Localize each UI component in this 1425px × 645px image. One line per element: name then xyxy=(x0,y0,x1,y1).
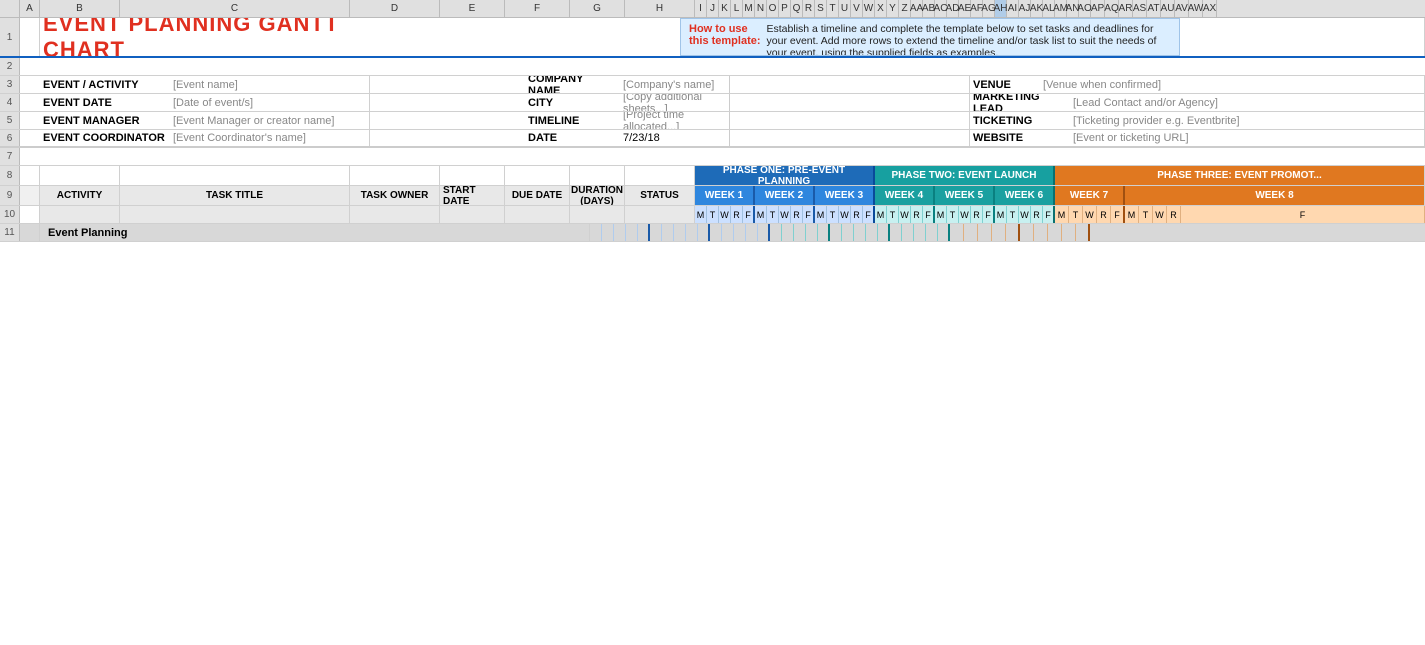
phase-three-header: PHASE THREE: EVENT PROMOT... xyxy=(1055,166,1425,185)
marketing-lead-value: [Lead Contact and/or Agency] xyxy=(1070,94,1425,111)
cell-spacer xyxy=(350,18,680,56)
row-5: 5 EVENT MANAGER [Event Manager or creato… xyxy=(0,112,1425,130)
corner-cell xyxy=(0,0,20,17)
title-cell: EVENT PLANNING GANTT CHART xyxy=(40,18,350,56)
date-value: 7/23/18 xyxy=(620,130,730,146)
header-owner: TASK OWNER xyxy=(350,186,440,205)
marketing-lead-label: MARKETING LEAD xyxy=(970,94,1070,111)
week-2-header: WEEK 2 xyxy=(755,186,815,205)
week-7-header: WEEK 7 xyxy=(1055,186,1125,205)
cell-a1 xyxy=(20,18,40,56)
event-activity-label: EVENT / ACTIVITY xyxy=(40,76,170,93)
spreadsheet: A B C D E F G H I J K L M N O P Q R S T … xyxy=(0,0,1425,242)
event-date-value: [Date of event/s] xyxy=(170,94,370,111)
col-c: C xyxy=(120,0,350,17)
event-name-value: [Event name] xyxy=(170,76,370,93)
event-coordinator-label: EVENT COORDINATOR xyxy=(40,130,170,146)
week-3-header: WEEK 3 xyxy=(815,186,875,205)
timeline-value: [Project time allocated...] xyxy=(620,112,730,129)
col-e: E xyxy=(440,0,505,17)
row-8: 8 PHASE ONE: PRE-EVENT PLANNING PHASE TW… xyxy=(0,166,1425,186)
how-to-use-box: How to usethis template: Establish a tim… xyxy=(680,18,1180,56)
header-activity: ACTIVITY xyxy=(40,186,120,205)
how-to-text: Establish a timeline and complete the te… xyxy=(767,23,1171,56)
phase-one-header: PHASE ONE: PRE-EVENT PLANNING xyxy=(695,166,875,185)
column-headers: A B C D E F G H I J K L M N O P Q R S T … xyxy=(0,0,1425,18)
row-9-headers: 9 ACTIVITY TASK TITLE TASK OWNER START D… xyxy=(0,186,1425,206)
header-start: START DATE xyxy=(440,186,505,205)
venue-value: [Venue when confirmed] xyxy=(1040,76,1425,93)
week-1-header: WEEK 1 xyxy=(695,186,755,205)
col-a: A xyxy=(20,0,40,17)
row-6: 6 EVENT COORDINATOR [Event Coordinator's… xyxy=(0,130,1425,148)
company-name-label: COMPANY NAME xyxy=(525,76,620,93)
header-status: STATUS xyxy=(625,186,695,205)
date-label: DATE xyxy=(525,130,620,146)
row-3: 3 EVENT / ACTIVITY [Event name] COMPANY … xyxy=(0,76,1425,94)
event-manager-label: EVENT MANAGER xyxy=(40,112,170,129)
header-task: TASK TITLE xyxy=(120,186,350,205)
city-value: [Copy additional sheets...] xyxy=(620,94,730,111)
col-f: F xyxy=(505,0,570,17)
week-8-header: WEEK 8 xyxy=(1125,186,1425,205)
header-duration: DURATION (DAYS) xyxy=(570,186,625,205)
week-5-header: WEEK 5 xyxy=(935,186,995,205)
timeline-label: TIMELINE xyxy=(525,112,620,129)
col-d: D xyxy=(350,0,440,17)
row-2: 2 xyxy=(0,58,1425,76)
row-4: 4 EVENT DATE [Date of event/s] CITY [Cop… xyxy=(0,94,1425,112)
chart-title: EVENT PLANNING GANTT CHART xyxy=(43,18,347,56)
ticketing-value: [Ticketing provider e.g. Eventbrite] xyxy=(1070,112,1425,129)
website-value: [Event or ticketing URL] xyxy=(1070,130,1425,146)
row-1: 1 EVENT PLANNING GANTT CHART How to uset… xyxy=(0,18,1425,58)
header-due: DUE DATE xyxy=(505,186,570,205)
company-name-value: [Company's name] xyxy=(620,76,730,93)
week-4-header: WEEK 4 xyxy=(875,186,935,205)
section-label: Event Planning xyxy=(40,224,590,241)
city-label: CITY xyxy=(525,94,620,111)
gantt-data-rows: 11Event Planning xyxy=(0,224,1425,242)
phase-two-header: PHASE TWO: EVENT LAUNCH xyxy=(875,166,1055,185)
col-b: B xyxy=(40,0,120,17)
col-g: G xyxy=(570,0,625,17)
event-manager-value: [Event Manager or creator name] xyxy=(170,112,370,129)
table-row: 11Event Planning xyxy=(0,224,1425,242)
week-6-header: WEEK 6 xyxy=(995,186,1055,205)
row-7: 7 xyxy=(0,148,1425,166)
event-coordinator-value: [Event Coordinator's name] xyxy=(170,130,370,146)
col-h: H xyxy=(625,0,695,17)
how-to-label: How to usethis template: xyxy=(689,23,761,47)
website-label: WEBSITE xyxy=(970,130,1070,146)
venue-label: VENUE xyxy=(970,76,1040,93)
event-date-label: EVENT DATE xyxy=(40,94,170,111)
col-i: I xyxy=(695,0,707,17)
row-10-days: 10 M T W R F M T W R F M T W R F M T W R… xyxy=(0,206,1425,224)
ticketing-label: TICKETING xyxy=(970,112,1070,129)
